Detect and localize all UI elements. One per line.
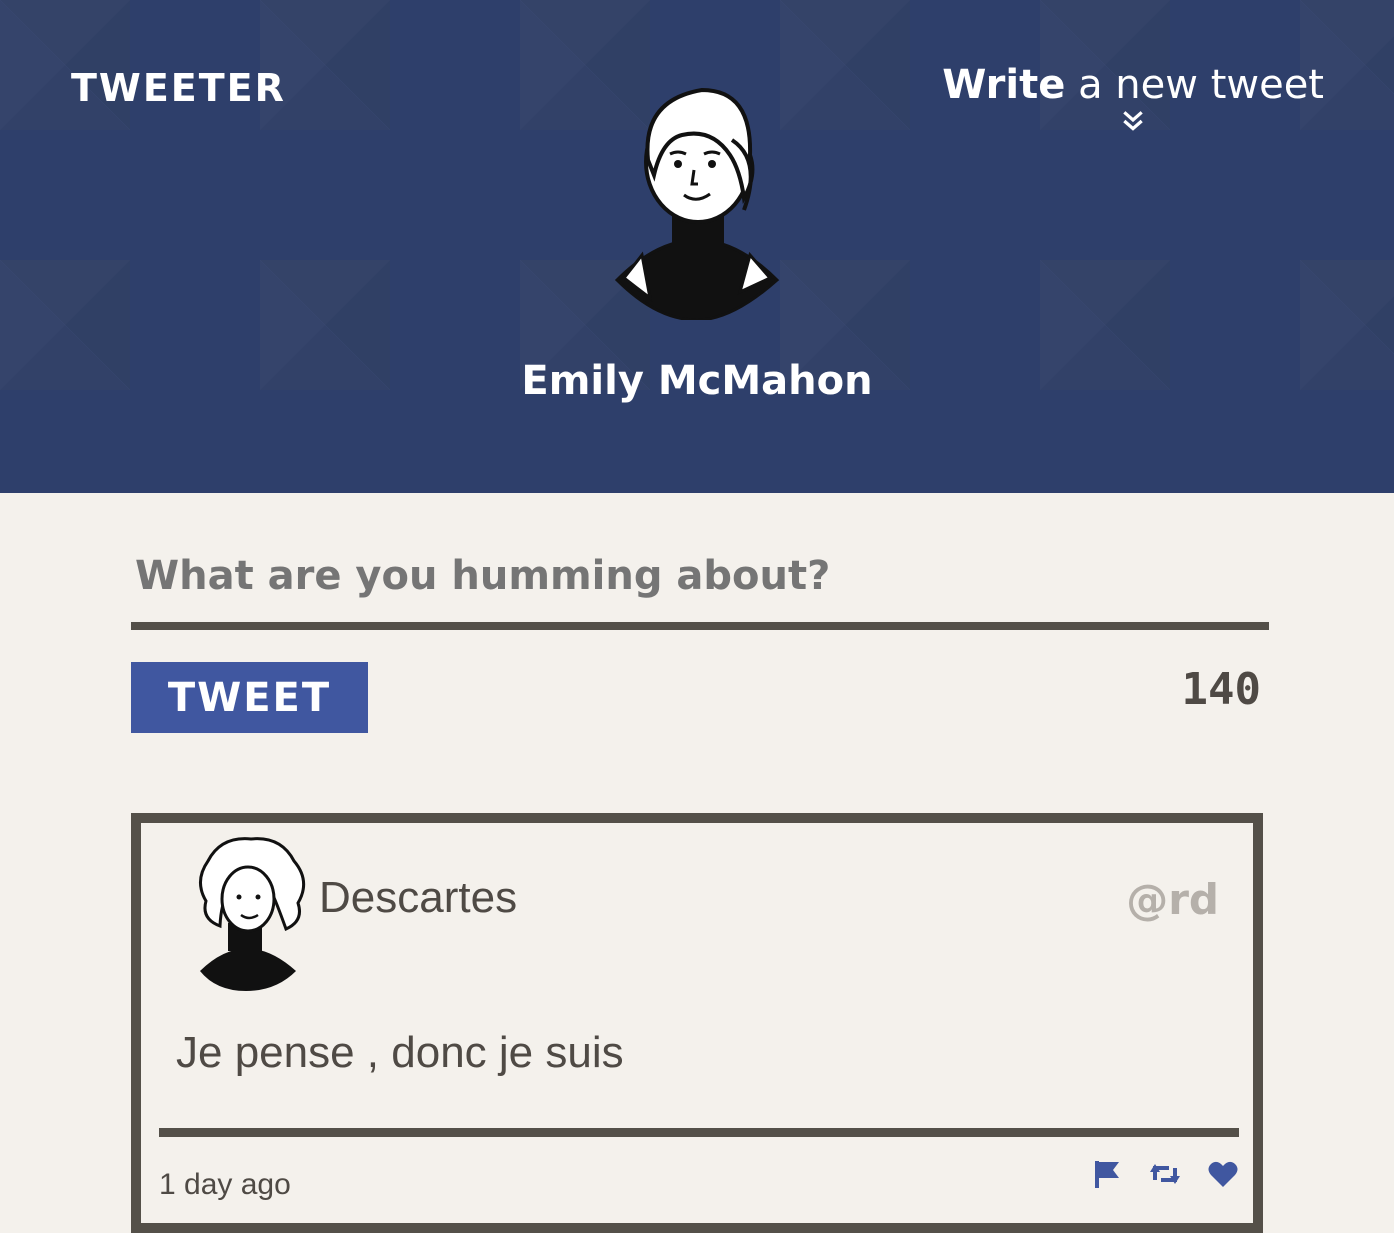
tweet-author-handle: @rd xyxy=(1126,875,1219,924)
tweet-actions xyxy=(1091,1158,1239,1190)
user-avatar xyxy=(614,87,780,320)
compose-link-rest: a new tweet xyxy=(1065,62,1324,108)
tweet-composer: TWEET 140 xyxy=(131,530,1269,733)
character-counter: 140 xyxy=(1181,664,1261,715)
tweet-text: Je pense , donc je suis xyxy=(176,1028,624,1077)
retweet-icon[interactable] xyxy=(1149,1158,1181,1190)
tweet-submit-button[interactable]: TWEET xyxy=(131,662,368,733)
heart-icon[interactable] xyxy=(1207,1158,1239,1190)
profile-name: Emily McMahon xyxy=(521,358,873,404)
tweet-card: Descartes @rd Je pense , donc je suis 1 … xyxy=(131,813,1263,1233)
flag-icon[interactable] xyxy=(1091,1158,1123,1190)
tweet-divider xyxy=(159,1128,1239,1137)
tweet-timestamp: 1 day ago xyxy=(159,1168,291,1201)
brand-logo[interactable]: TWEETER xyxy=(71,66,286,110)
compose-link-strong: Write xyxy=(942,62,1066,108)
write-new-tweet-link[interactable]: Write a new tweet xyxy=(942,62,1324,134)
profile-header: TWEETER Write a new tweet Emily McMahon xyxy=(0,0,1394,493)
tweet-input[interactable] xyxy=(131,530,1269,630)
tweet-author-name: Descartes xyxy=(319,873,518,922)
double-chevron-down-icon xyxy=(1123,111,1143,131)
author-avatar xyxy=(199,837,306,991)
